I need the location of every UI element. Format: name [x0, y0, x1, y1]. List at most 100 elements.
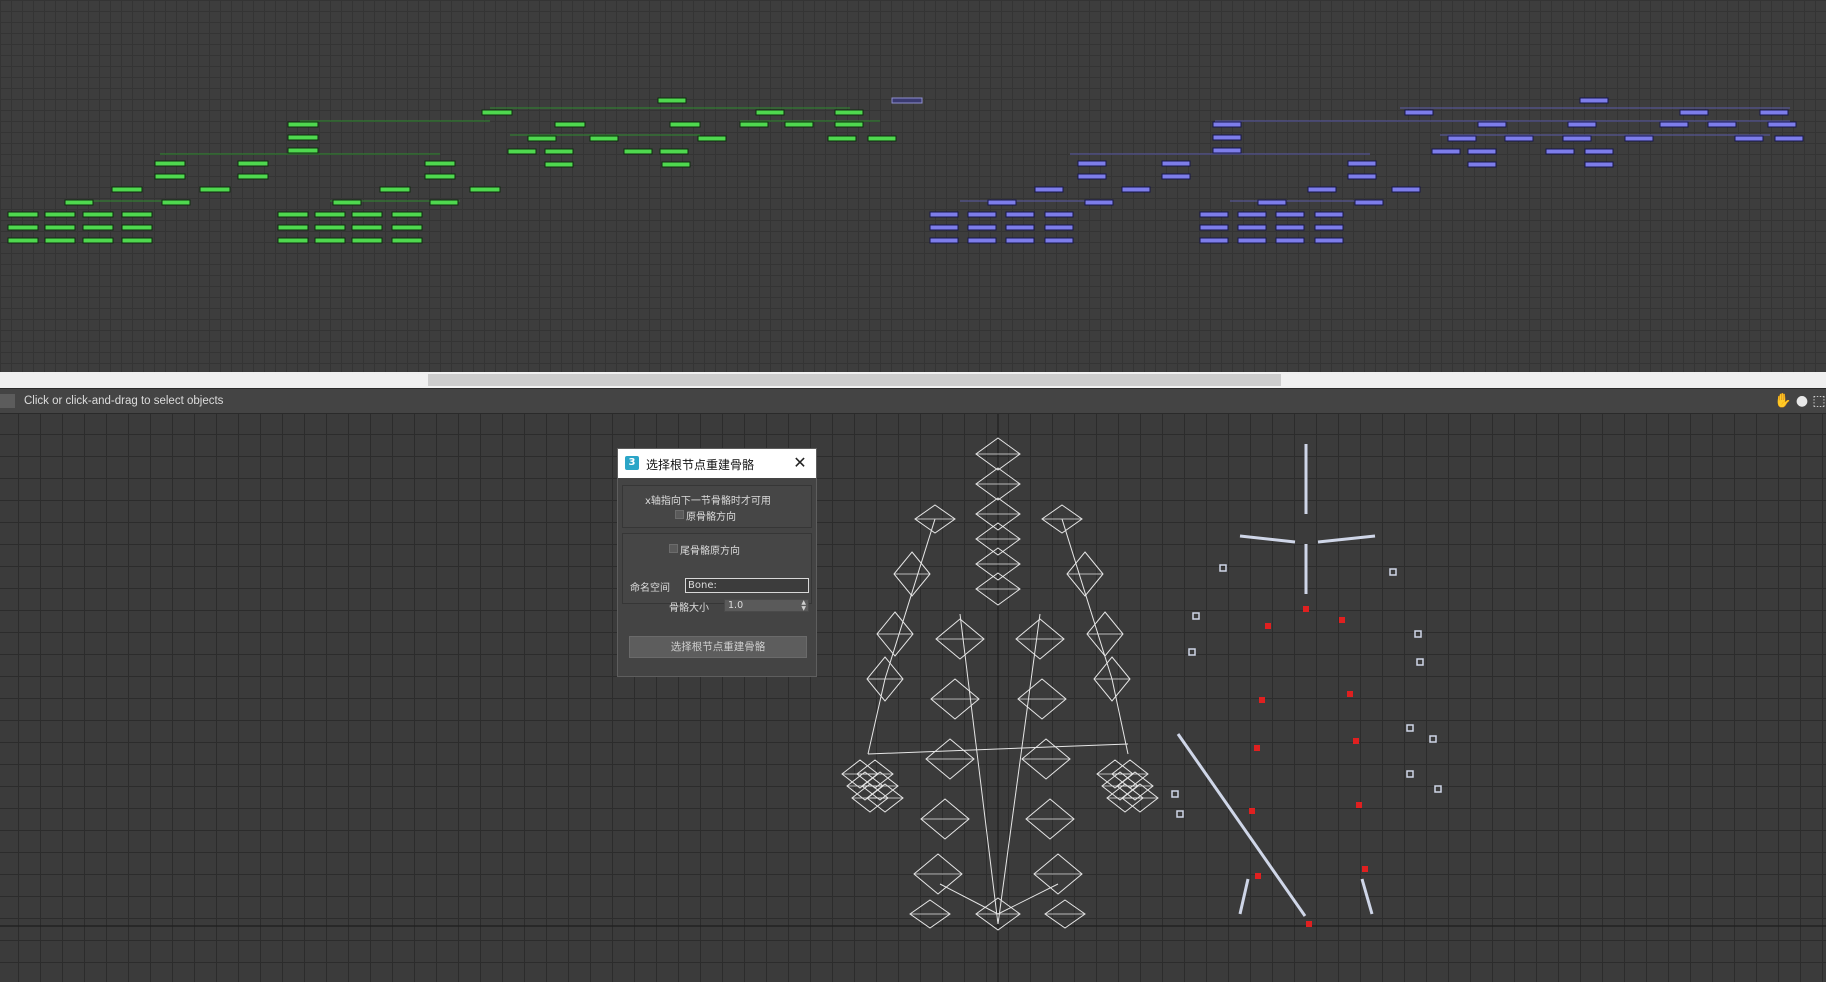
schematic-node[interactable] [589, 135, 619, 142]
hand-pan-icon[interactable]: ✋ [1774, 393, 1791, 409]
schematic-node[interactable] [1504, 135, 1534, 142]
schematic-node[interactable] [1212, 121, 1242, 128]
schematic-node[interactable] [287, 147, 319, 154]
rebuilt-bone-node[interactable] [1414, 630, 1422, 638]
horizontal-scrollbar[interactable] [0, 372, 1826, 388]
schematic-node[interactable] [111, 186, 143, 193]
rebuilt-bone-node[interactable] [1434, 785, 1442, 793]
rebuild-skeleton-button[interactable]: 选择根节点重建骨骼 [629, 636, 807, 658]
schematic-node[interactable] [659, 148, 689, 155]
schematic-node[interactable] [1431, 148, 1461, 155]
schematic-node[interactable] [1545, 148, 1575, 155]
schematic-node[interactable] [237, 173, 269, 180]
schematic-node[interactable] [154, 160, 186, 167]
schematic-node[interactable] [1314, 224, 1344, 231]
schematic-node[interactable] [544, 161, 574, 168]
joint-marker[interactable] [1265, 623, 1271, 629]
schematic-node[interactable] [1354, 199, 1384, 206]
rebuilt-bone-node[interactable] [1406, 770, 1414, 778]
schematic-node[interactable] [469, 186, 501, 193]
schematic-node[interactable] [287, 121, 319, 128]
schematic-node[interactable] [379, 186, 411, 193]
schematic-node[interactable] [661, 161, 691, 168]
rebuilt-bone-node[interactable] [1188, 648, 1196, 656]
schematic-node[interactable] [314, 237, 346, 244]
maximize-icon[interactable]: ⬚ [1811, 393, 1826, 409]
schematic-node[interactable] [827, 135, 857, 142]
schematic-node[interactable] [64, 199, 94, 206]
schematic-node[interactable] [332, 199, 362, 206]
schematic-node[interactable] [755, 109, 785, 116]
schematic-node[interactable] [1077, 173, 1107, 180]
schematic-node[interactable] [391, 237, 423, 244]
close-icon[interactable]: ✕ [790, 453, 810, 473]
schematic-node[interactable] [1005, 237, 1035, 244]
rebuilt-bone-node[interactable] [1429, 735, 1437, 743]
schematic-node[interactable] [1257, 199, 1287, 206]
schematic-node[interactable] [784, 121, 814, 128]
tail-bone-direction-checkbox[interactable] [669, 544, 678, 553]
schematic-node[interactable] [1199, 237, 1229, 244]
schematic-node[interactable] [351, 224, 383, 231]
schematic-node[interactable] [314, 211, 346, 218]
schematic-node[interactable] [1237, 224, 1267, 231]
schematic-node[interactable] [351, 237, 383, 244]
schematic-node[interactable] [1005, 211, 1035, 218]
schematic-node[interactable] [834, 121, 864, 128]
schematic-node[interactable] [1467, 161, 1497, 168]
schematic-node[interactable] [1044, 211, 1074, 218]
schematic-node[interactable] [1567, 121, 1597, 128]
schematic-node[interactable] [1734, 135, 1764, 142]
schematic-node[interactable] [1404, 109, 1434, 116]
schematic-node[interactable] [623, 148, 653, 155]
schematic-node[interactable] [929, 224, 959, 231]
joint-marker[interactable] [1303, 606, 1309, 612]
spinner-arrows-icon[interactable]: ▲ ▼ [801, 600, 806, 612]
schematic-node[interactable] [1275, 211, 1305, 218]
schematic-node[interactable] [391, 211, 423, 218]
schematic-node[interactable] [527, 135, 557, 142]
joint-marker[interactable] [1254, 745, 1260, 751]
schematic-node[interactable] [929, 211, 959, 218]
schematic-node[interactable] [987, 199, 1017, 206]
schematic-node[interactable] [1121, 186, 1151, 193]
dialog-titlebar[interactable]: 3 选择根节点重建骨骼 ✕ [618, 449, 816, 478]
schematic-node[interactable] [44, 224, 76, 231]
schematic-node[interactable] [1212, 134, 1242, 141]
schematic-node[interactable] [1161, 160, 1191, 167]
schematic-node[interactable] [121, 211, 153, 218]
bone-size-spinner[interactable]: 1.0 ▲ ▼ [724, 599, 809, 612]
schematic-node[interactable] [44, 211, 76, 218]
schematic-node[interactable] [967, 237, 997, 244]
schematic-node[interactable] [1034, 186, 1064, 193]
schematic-node[interactable] [697, 135, 727, 142]
skeleton-rebuilt[interactable] [1171, 444, 1442, 927]
schematic-node[interactable] [834, 109, 864, 116]
schematic-node[interactable] [739, 121, 769, 128]
schematic-node[interactable] [481, 109, 513, 116]
schematic-node[interactable] [1347, 160, 1377, 167]
schematic-node[interactable] [154, 173, 186, 180]
schematic-node[interactable] [1624, 135, 1654, 142]
schematic-node[interactable] [1467, 148, 1497, 155]
schematic-node[interactable] [1679, 109, 1709, 116]
joint-marker[interactable] [1339, 617, 1345, 623]
schematic-node[interactable] [391, 224, 423, 231]
schematic-node[interactable] [161, 199, 191, 206]
schematic-node[interactable] [7, 237, 39, 244]
schematic-node[interactable] [1044, 224, 1074, 231]
schematic-node[interactable] [1584, 148, 1614, 155]
schematic-node[interactable] [1275, 224, 1305, 231]
schematic-node[interactable] [1005, 224, 1035, 231]
schematic-node[interactable] [277, 211, 309, 218]
schematic-node[interactable] [1237, 211, 1267, 218]
schematic-node[interactable] [1314, 237, 1344, 244]
schematic-node[interactable] [351, 211, 383, 218]
schematic-node[interactable] [82, 224, 114, 231]
schematic-node[interactable] [1759, 109, 1789, 116]
schematic-node[interactable] [7, 224, 39, 231]
schematic-node[interactable] [424, 173, 456, 180]
schematic-node[interactable] [657, 97, 687, 104]
schematic-node[interactable] [1584, 161, 1614, 168]
schematic-node[interactable] [507, 148, 537, 155]
